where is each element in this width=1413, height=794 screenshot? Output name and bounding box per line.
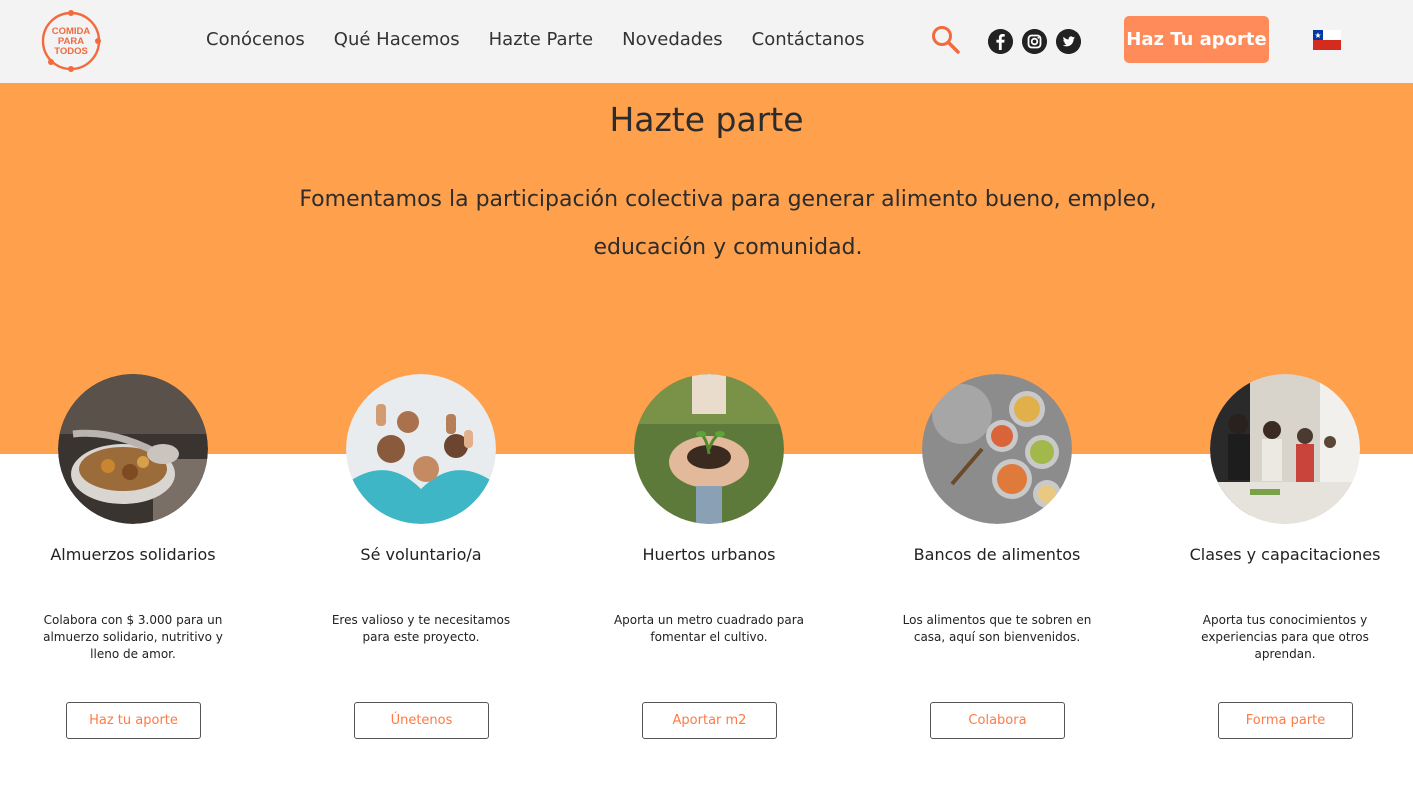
voluntarios-image (346, 374, 496, 524)
site-header: COMIDA PARA TODOS Conócenos Qué Hacemos … (0, 0, 1413, 83)
card-title: Huertos urbanos (642, 545, 776, 564)
nav-conocenos[interactable]: Conócenos (206, 29, 305, 50)
bancos-de-alimentos-image (922, 374, 1072, 524)
main-nav: Conócenos Qué Hacemos Hazte Parte Noveda… (206, 29, 894, 50)
almuerzos-solidarios-image (58, 374, 208, 524)
card-title: Clases y capacitaciones (1189, 545, 1381, 564)
nav-novedades[interactable]: Novedades (622, 29, 723, 50)
card-huertos-urbanos: Huertos urbanos Aporta un metro cuadrado… (574, 374, 844, 739)
card-description: Aporta un metro cuadrado para fomentar e… (613, 613, 805, 644)
huertos-urbanos-image (634, 374, 784, 524)
page-title: Hazte parte (609, 100, 804, 139)
card-title: Almuerzos solidarios (50, 545, 216, 564)
logo-word-3: TODOS (54, 46, 88, 57)
card-clases-y-capacitaciones: Clases y capacitaciones Aporta tus conoc… (1150, 374, 1413, 739)
nav-contactanos[interactable]: Contáctanos (752, 29, 865, 50)
aportar-m2-button[interactable]: Aportar m2 (642, 702, 777, 739)
unetenos-button[interactable]: Únetenos (354, 702, 489, 739)
facebook-icon[interactable] (988, 29, 1013, 54)
comida-para-todos-logo[interactable]: COMIDA PARA TODOS (40, 9, 102, 73)
twitter-icon[interactable] (1056, 29, 1081, 54)
chile-flag-icon[interactable] (1313, 30, 1341, 50)
forma-parte-button[interactable]: Forma parte (1218, 702, 1353, 739)
nav-hazte-parte[interactable]: Hazte Parte (489, 29, 593, 50)
card-bancos-de-alimentos: Bancos de alimentos Los alimentos que te… (862, 374, 1132, 739)
card-almuerzos-solidarios: Almuerzos solidarios Colabora con $ 3.00… (0, 374, 268, 739)
instagram-icon[interactable] (1022, 29, 1047, 54)
hero-description: Fomentamos la participación colectiva pa… (299, 187, 1157, 260)
card-description: Eres valioso y te necesitamos para este … (331, 613, 511, 644)
card-title: Bancos de alimentos (913, 545, 1081, 564)
search-icon[interactable] (930, 24, 962, 56)
card-description: Colabora con $ 3.000 para un almuerzo so… (43, 613, 223, 661)
nav-que-hacemos[interactable]: Qué Hacemos (334, 29, 460, 50)
card-description: Los alimentos que te sobren en casa, aqu… (902, 613, 1092, 644)
haz-tu-aporte-card-button[interactable]: Haz tu aporte (66, 702, 201, 739)
card-se-voluntario: Sé voluntario/a Eres valioso y te necesi… (286, 374, 556, 739)
colabora-button[interactable]: Colabora (930, 702, 1065, 739)
haz-tu-aporte-button[interactable]: Haz Tu aporte (1124, 16, 1269, 63)
card-description: Aporta tus conocimientos y experiencias … (1201, 613, 1369, 661)
card-title: Sé voluntario/a (360, 545, 482, 564)
clases-capacitaciones-image (1210, 374, 1360, 524)
